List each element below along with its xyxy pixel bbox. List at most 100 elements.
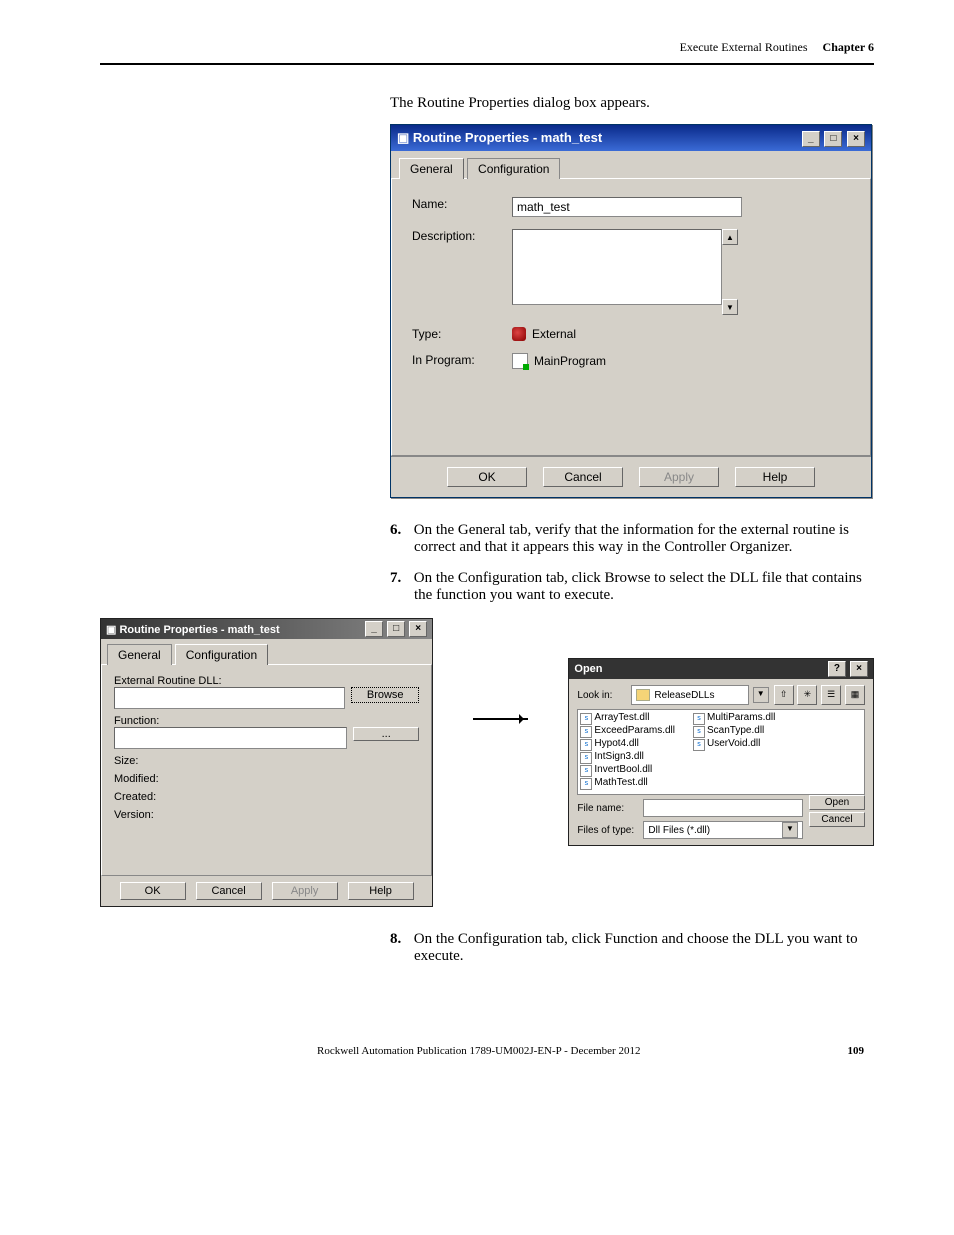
help-button[interactable]: Help [735,467,815,487]
routine-properties-config-dialog: ▣ Routine Properties - math_test _ □ × G… [100,618,433,907]
external-dll-label: External Routine DLL: [114,675,419,687]
file-list[interactable]: sArrayTest.dll sExceedParams.dll sHypot4… [577,709,865,795]
file-item[interactable]: sExceedParams.dll [580,725,675,738]
close-button[interactable]: × [850,661,868,677]
filetype-label: Files of type: [577,825,639,836]
filename-label: File name: [577,803,639,814]
dll-icon: s [580,726,592,738]
file-item[interactable]: sInvertBool.dll [580,764,675,777]
file-item[interactable]: sArrayTest.dll [580,712,675,725]
description-input[interactable] [512,229,722,305]
scroll-down-button[interactable]: ▼ [722,299,738,315]
chapter-label: Chapter 6 [823,40,874,54]
dll-icon: s [580,739,592,751]
dll-icon: s [580,713,592,725]
name-label: Name: [412,197,512,211]
titlebar[interactable]: ▣ Routine Properties - math_test _ □ × [391,125,871,151]
browse-button[interactable]: Browse [351,687,419,703]
view-list-icon[interactable]: ☰ [821,685,841,705]
dialog-title: Open [574,663,602,675]
lookin-dropdown-button[interactable]: ▼ [753,687,769,703]
step-6: 6. On the General tab, verify that the i… [390,522,874,556]
function-ellipsis-button[interactable]: ... [353,727,419,741]
name-input[interactable] [512,197,742,217]
file-item[interactable]: sScanType.dll [693,725,775,738]
step-6-text: On the General tab, verify that the info… [414,522,849,555]
apply-button[interactable]: Apply [639,467,719,487]
titlebar[interactable]: Open ? × [569,659,873,679]
size-label: Size: [114,755,138,767]
tab-panel-general: Name: Description: ▲ ▼ Type: [391,178,871,456]
tab-panel-configuration: External Routine DLL: Browse Function: .… [101,664,432,876]
help-button[interactable]: ? [828,661,846,677]
ok-button[interactable]: OK [120,882,186,900]
step-6-number: 6. [390,522,410,539]
help-button[interactable]: Help [348,882,414,900]
step-7-text: On the Configuration tab, click Browse t… [414,570,862,603]
new-folder-icon[interactable]: ✳ [797,685,817,705]
open-button[interactable]: Open [809,795,865,810]
file-item[interactable]: sIntSign3.dll [580,751,675,764]
section-title: Execute External Routines [680,40,808,54]
created-label: Created: [114,791,156,803]
dll-icon: s [580,765,592,777]
program-icon [512,353,528,369]
tab-general[interactable]: General [107,644,172,665]
minimize-button[interactable]: _ [802,131,820,147]
function-input[interactable] [114,727,347,749]
version-label: Version: [114,809,154,821]
app-icon: ▣ [397,130,409,145]
titlebar[interactable]: ▣ Routine Properties - math_test _ □ × [101,619,432,639]
maximize-button[interactable]: □ [824,131,842,147]
ok-button[interactable]: OK [447,467,527,487]
filetype-dropdown-button[interactable]: ▼ [782,822,798,838]
lookin-combo[interactable]: ReleaseDLLs [631,685,748,705]
dll-icon: s [693,713,705,725]
close-button[interactable]: × [847,131,865,147]
cancel-button[interactable]: Cancel [543,467,623,487]
dialog-title: Routine Properties - math_test [119,624,279,636]
tab-general[interactable]: General [399,158,464,179]
type-value: External [532,327,576,341]
routine-properties-dialog: ▣ Routine Properties - math_test _ □ × G… [390,124,872,498]
cancel-button[interactable]: Cancel [196,882,262,900]
app-icon: ▣ [106,624,116,636]
page-number: 109 [848,1045,865,1057]
publication-info: Rockwell Automation Publication 1789-UM0… [317,1045,640,1057]
step-8-text: On the Configuration tab, click Function… [414,931,858,964]
type-label: Type: [412,327,512,341]
dll-icon: s [693,739,705,751]
arrow-icon [473,718,528,720]
tab-configuration[interactable]: Configuration [467,158,560,179]
step-8: 8. On the Configuration tab, click Funct… [390,931,874,965]
up-folder-icon[interactable]: ⇧ [774,685,794,705]
open-file-dialog: Open ? × Look in: ReleaseDLLs ▼ ⇧ ✳ [568,658,874,846]
cancel-button[interactable]: Cancel [809,812,865,827]
scroll-up-button[interactable]: ▲ [722,229,738,245]
lookin-label: Look in: [577,690,627,701]
apply-button[interactable]: Apply [272,882,338,900]
close-button[interactable]: × [409,621,427,637]
file-item[interactable]: sMultiParams.dll [693,712,775,725]
step-8-number: 8. [390,931,410,948]
intro-text: The Routine Properties dialog box appear… [390,95,874,112]
dll-icon: s [580,752,592,764]
tab-configuration[interactable]: Configuration [175,644,268,665]
dialog-title: Routine Properties - math_test [413,130,602,145]
dll-icon: s [693,726,705,738]
file-item[interactable]: sUserVoid.dll [693,738,775,751]
page-header: Execute External Routines Chapter 6 [100,40,874,65]
view-details-icon[interactable]: ▦ [845,685,865,705]
file-item[interactable]: sHypot4.dll [580,738,675,751]
maximize-button[interactable]: □ [387,621,405,637]
step-7: 7. On the Configuration tab, click Brows… [390,570,874,604]
function-label: Function: [114,715,419,727]
in-program-label: In Program: [412,353,512,367]
file-item[interactable]: sMathTest.dll [580,777,675,790]
external-dll-input[interactable] [114,687,345,709]
filetype-combo[interactable]: Dll Files (*.dll) ▼ [643,821,803,839]
minimize-button[interactable]: _ [365,621,383,637]
description-label: Description: [412,229,512,243]
external-icon [512,327,526,341]
filename-input[interactable] [643,799,803,817]
